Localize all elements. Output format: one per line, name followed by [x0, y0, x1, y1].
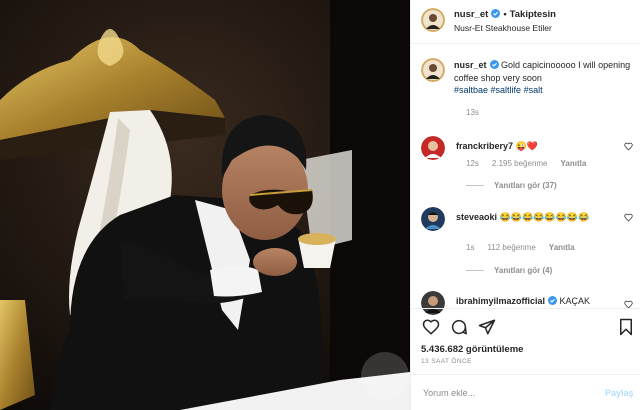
comment-time[interactable]: 12s: [466, 159, 479, 168]
comment-likes[interactable]: 2.195 beğenme: [492, 159, 548, 168]
like-comment-heart-icon[interactable]: [624, 213, 633, 224]
view-replies-label: Yanıtları gör (37): [494, 181, 557, 190]
replies-divider: [466, 185, 484, 187]
comment-time[interactable]: 1s: [466, 243, 474, 252]
comment-username[interactable]: steveaoki: [456, 212, 497, 222]
post-video[interactable]: [0, 0, 410, 410]
hashtag-link[interactable]: #salt: [524, 85, 543, 95]
comment-text: franckribery7 😜❤️: [456, 140, 621, 153]
post-header: nusr_et • Takiptesin Nusr-Et Steakhouse Et…: [411, 0, 640, 44]
verified-badge-icon: [489, 60, 499, 72]
view-replies-button[interactable]: Yanıtları gör (4): [466, 266, 552, 275]
comment-username[interactable]: franckribery7: [456, 141, 513, 151]
comment-bubble-icon[interactable]: [450, 318, 468, 338]
comment-meta: 12s 2.195 beğenme Yanıtla: [466, 159, 599, 168]
hashtag-link[interactable]: #saltlife: [491, 85, 522, 95]
comment-emojis: 😂😂😂😂😂😂😂😂: [499, 212, 590, 222]
comment-input[interactable]: Yorum ekle...: [423, 388, 475, 398]
video-frame-illustration: [0, 0, 410, 410]
caption-username[interactable]: nusr_et: [454, 60, 487, 70]
comment-body: KAÇAK: [559, 296, 591, 306]
comment-meta: 1s 112 beğenme Yanıtla: [466, 243, 588, 252]
follow-status[interactable]: Takiptesin: [510, 9, 556, 20]
author-username[interactable]: nusr_et: [454, 9, 488, 20]
view-replies-button[interactable]: Yanıtları gör (37): [466, 181, 557, 190]
like-heart-icon[interactable]: [422, 318, 440, 338]
caption-body: nusr_et Gold capicinooooo I will opening…: [454, 59, 634, 96]
view-replies-label: Yanıtları gör (4): [494, 266, 553, 275]
view-count[interactable]: 5.436.682 görüntüleme: [421, 344, 523, 355]
reply-button[interactable]: Yanıtla: [561, 159, 587, 168]
comment-text: steveaoki 😂😂😂😂😂😂😂😂: [456, 211, 621, 224]
save-bookmark-icon[interactable]: [618, 318, 634, 338]
comment-emojis: 😜❤️: [515, 141, 538, 151]
verified-badge-icon: [491, 9, 501, 21]
location-link[interactable]: Nusr-Et Steakhouse Etiler: [454, 23, 552, 33]
add-comment-bar: Yorum ekle... Paylaş: [411, 374, 640, 410]
post-details-panel: nusr_et • Takiptesin Nusr-Et Steakhouse Et…: [410, 0, 640, 410]
author-avatar[interactable]: [421, 8, 445, 32]
comment-username[interactable]: ibrahimyilmazofficial: [456, 296, 545, 306]
commenter-avatar[interactable]: [421, 207, 445, 231]
instagram-post-view: nusr_et • Takiptesin Nusr-Et Steakhouse Et…: [0, 0, 640, 410]
caption-time[interactable]: 13s: [466, 108, 479, 117]
comment-text: ibrahimyilmazofficial KAÇAK: [456, 295, 621, 309]
post-actions: 5.436.682 görüntüleme: [411, 308, 640, 358]
share-paper-plane-icon[interactable]: [478, 318, 496, 338]
comment-likes[interactable]: 112 beğenme: [487, 243, 535, 252]
commenter-avatar[interactable]: [421, 136, 445, 160]
post-comment-button[interactable]: Paylaş: [605, 388, 634, 398]
like-comment-heart-icon[interactable]: [624, 142, 633, 153]
post-timestamp[interactable]: 13 SAAT ÖNCE: [421, 358, 472, 365]
separator-dot: •: [503, 9, 507, 20]
author-line: nusr_et • Takiptesin: [454, 9, 556, 21]
hashtag-link[interactable]: #saltbae: [454, 85, 488, 95]
caption-avatar[interactable]: [421, 58, 445, 82]
replies-divider: [466, 270, 484, 272]
reply-button[interactable]: Yanıtla: [549, 243, 575, 252]
